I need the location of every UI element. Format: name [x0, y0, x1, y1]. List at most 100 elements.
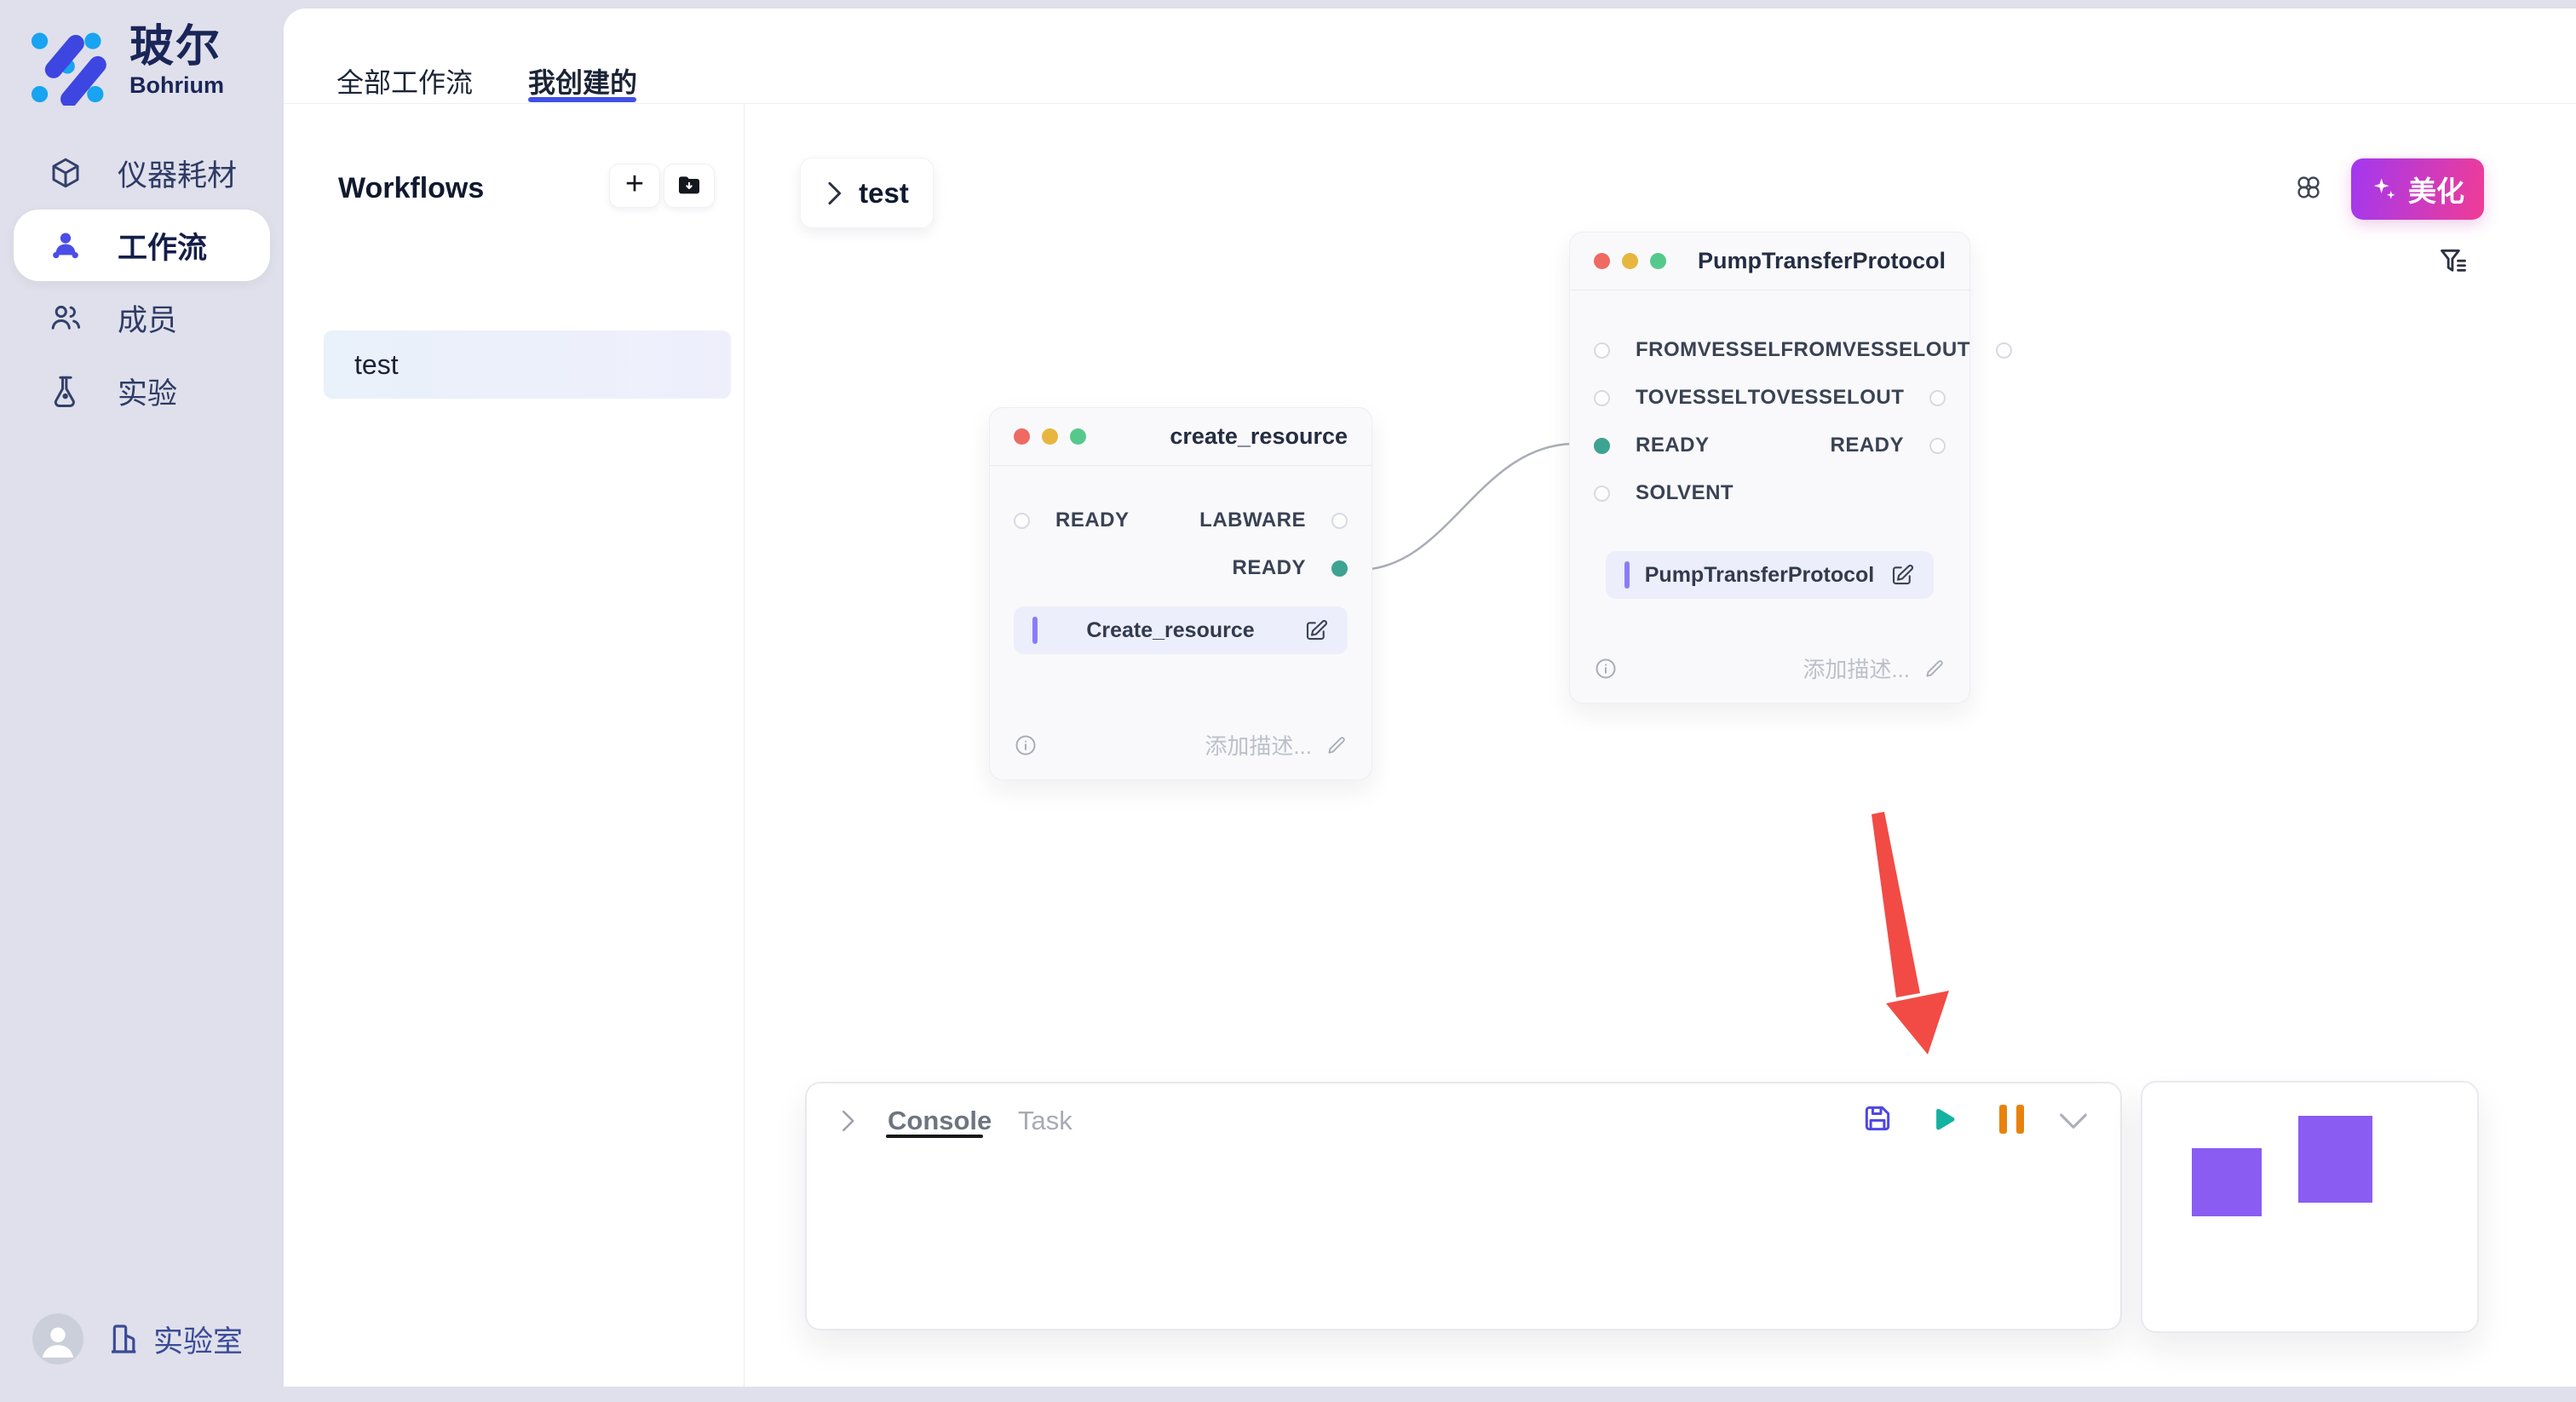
tab-my-created[interactable]: 我创建的 [528, 61, 637, 101]
workflow-panel-title: Workflows [338, 172, 484, 205]
active-tab-underline [528, 97, 636, 102]
clover-grid-button[interactable] [2293, 172, 2324, 207]
input-port-solvent[interactable]: SOLVENT [1594, 481, 1734, 505]
output-port-ready[interactable]: READY [1830, 434, 1946, 457]
bohrium-logo-icon [29, 24, 114, 106]
brand-name-zh: 玻尔 [129, 24, 224, 71]
experiment-icon [48, 373, 83, 409]
brand-logo: 玻尔 Bohrium [29, 24, 224, 106]
clover-icon [2293, 172, 2324, 203]
workflow-icon [48, 227, 83, 263]
sidebar-item-label: 工作流 [118, 224, 207, 267]
node-function-pill[interactable]: Create_resource [1014, 606, 1348, 654]
pill-label: Create_resource [1038, 618, 1303, 643]
pause-icon[interactable] [1999, 1105, 2024, 1134]
pencil-icon[interactable] [1923, 658, 1946, 680]
description-placeholder[interactable]: 添加描述... [1803, 652, 1910, 684]
folder-download-icon [676, 172, 703, 199]
sidebar-item-label: 成员 [118, 296, 177, 340]
user-avatar[interactable] [32, 1313, 83, 1365]
sidebar-item-experiment[interactable]: 实验 [0, 354, 284, 428]
output-port-fromvesselout[interactable]: FROMVESSELOUT [1780, 338, 2012, 362]
lab-label: 实验室 [153, 1318, 243, 1361]
workflow-list-panel: Workflows + test [284, 104, 745, 1387]
port-label: LABWARE [1199, 509, 1306, 532]
edit-icon[interactable] [1303, 618, 1329, 643]
collapse-chevron-icon[interactable] [2057, 1111, 2090, 1133]
description-placeholder[interactable]: 添加描述... [1205, 729, 1312, 761]
port-label: FROMVESSEL [1636, 338, 1780, 362]
breadcrumb-label: test [859, 177, 909, 210]
workflow-list-item-test[interactable]: test [324, 330, 731, 399]
building-icon [107, 1321, 141, 1357]
traffic-dot-yellow [1622, 253, 1638, 269]
node-header: create_resource [990, 408, 1371, 466]
node-function-pill[interactable]: PumpTransferProtocol [1606, 551, 1934, 599]
filter-button[interactable] [2437, 245, 2470, 282]
minimap-node-pump-transfer [2298, 1116, 2372, 1203]
lab-selector[interactable]: 实验室 [107, 1318, 243, 1361]
node-pump-transfer-protocol[interactable]: PumpTransferProtocol FROMVESSEL FROMVESS… [1569, 232, 1970, 704]
filter-icon [2437, 245, 2470, 278]
port-dot-connected[interactable] [1594, 438, 1610, 454]
port-label: FROMVESSELOUT [1780, 338, 1970, 362]
minimap[interactable] [2141, 1081, 2479, 1333]
port-dot[interactable] [1929, 438, 1946, 454]
port-dot[interactable] [1594, 342, 1610, 359]
port-dot[interactable] [1331, 513, 1348, 529]
input-port-ready[interactable]: READY [1014, 509, 1130, 532]
console-tab[interactable]: Console [888, 1106, 992, 1136]
tab-all-workflows[interactable]: 全部工作流 [336, 61, 473, 101]
sidebar-item-members[interactable]: 成员 [0, 281, 284, 354]
console-tab-underline [886, 1135, 983, 1138]
import-folder-button[interactable] [664, 164, 715, 208]
port-label: READY [1232, 556, 1306, 580]
port-label: READY [1055, 509, 1130, 532]
traffic-dot-yellow [1042, 428, 1058, 445]
port-label: SOLVENT [1636, 481, 1734, 505]
members-icon [48, 300, 83, 336]
output-port-labware[interactable]: LABWARE [1199, 509, 1348, 532]
port-dot[interactable] [1014, 513, 1030, 529]
run-icon[interactable] [1927, 1104, 1959, 1136]
task-tab[interactable]: Task [1018, 1106, 1072, 1136]
canvas-breadcrumb-chip[interactable]: test [800, 158, 934, 228]
add-workflow-button[interactable]: + [609, 164, 660, 208]
edit-icon[interactable] [1889, 562, 1915, 588]
brand-name-en: Bohrium [129, 72, 224, 99]
port-label: READY [1830, 434, 1904, 457]
port-dot[interactable] [1594, 390, 1610, 406]
pill-label: PumpTransferProtocol [1630, 563, 1889, 588]
info-icon[interactable] [1014, 733, 1038, 757]
sidebar-item-instruments[interactable]: 仪器耗材 [0, 136, 284, 210]
beautify-button[interactable]: 美化 [2351, 158, 2484, 220]
traffic-dot-green [1650, 253, 1666, 269]
input-port-fromvessel[interactable]: FROMVESSEL [1594, 338, 1780, 362]
output-port-ready[interactable]: READY [1232, 556, 1348, 580]
port-label: READY [1636, 434, 1710, 457]
traffic-dot-green [1070, 428, 1086, 445]
input-port-tovessel[interactable]: TOVESSEL [1594, 386, 1748, 410]
output-port-tovesselout[interactable]: TOVESSELOUT [1748, 386, 1946, 410]
traffic-dot-red [1014, 428, 1030, 445]
console-panel: Console Task [805, 1082, 2122, 1330]
sidebar-item-workflow[interactable]: 工作流 [14, 210, 270, 281]
sidebar-menu: 仪器耗材 工作流 成员 实验 [0, 136, 284, 428]
minimap-node-create-resource [2192, 1148, 2262, 1216]
node-title: create_resource [1170, 423, 1348, 450]
pencil-icon[interactable] [1325, 734, 1348, 756]
sidebar-item-label: 仪器耗材 [118, 152, 237, 195]
info-icon[interactable] [1594, 657, 1618, 681]
sidebar-item-label: 实验 [118, 370, 177, 413]
input-port-ready[interactable]: READY [1594, 434, 1710, 457]
expand-chevron-icon[interactable] [839, 1109, 856, 1133]
port-dot-connected[interactable] [1331, 560, 1348, 577]
port-label: TOVESSELOUT [1748, 386, 1905, 410]
port-dot[interactable] [1996, 342, 2012, 359]
node-create-resource[interactable]: create_resource READY LABWARE READY Crea… [989, 407, 1372, 780]
save-icon[interactable] [1861, 1102, 1894, 1135]
traffic-dot-red [1594, 253, 1610, 269]
port-dot[interactable] [1929, 390, 1946, 406]
port-dot[interactable] [1594, 486, 1610, 502]
person-icon [33, 1314, 83, 1364]
